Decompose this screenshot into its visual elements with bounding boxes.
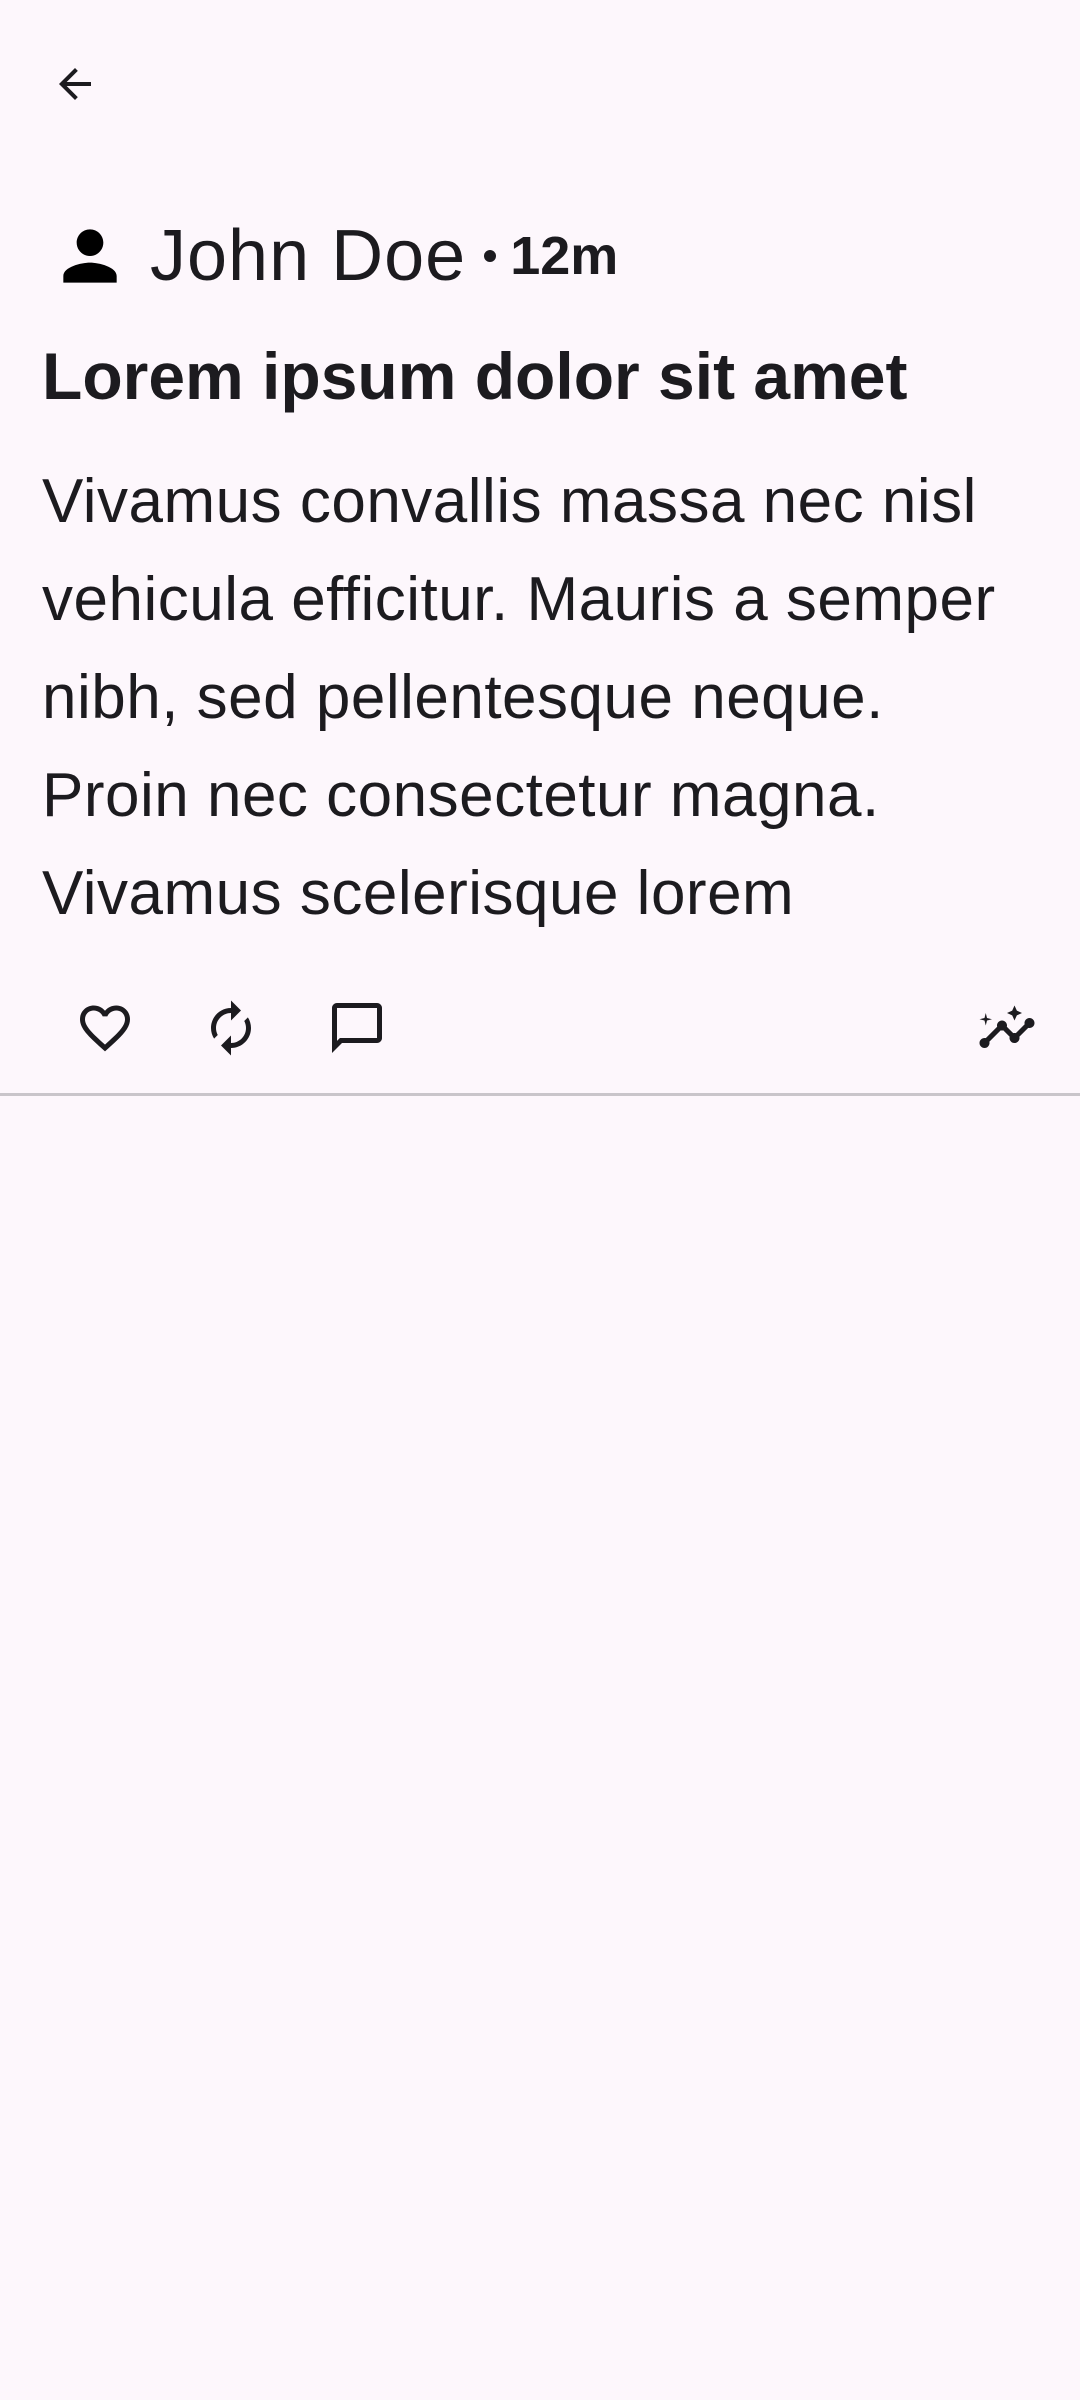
post-body: Vivamus convallis massa nec nisl vehicul… xyxy=(42,467,996,928)
arrow-back-icon xyxy=(59,68,91,100)
repost-icon xyxy=(211,1000,251,1056)
author-row: John Doe 12m xyxy=(42,208,618,304)
separator-dot xyxy=(484,250,497,262)
heart-outline-icon xyxy=(80,1005,130,1052)
post-title: Lorem ipsum dolor sit amet xyxy=(42,339,908,413)
post-timestamp: 12m xyxy=(510,226,619,286)
comment-icon xyxy=(332,1003,382,1053)
back-button[interactable] xyxy=(30,42,120,126)
repost-button[interactable] xyxy=(176,968,286,1088)
insights-icon xyxy=(979,1005,1035,1048)
top-app-bar xyxy=(0,0,1080,168)
like-button[interactable] xyxy=(50,968,160,1088)
divider xyxy=(0,1093,1080,1096)
person-icon xyxy=(63,229,117,283)
post-actions xyxy=(0,968,1080,1088)
insights-button[interactable] xyxy=(952,968,1062,1088)
avatar[interactable] xyxy=(42,208,138,304)
author-name[interactable]: John Doe xyxy=(150,208,466,304)
comment-button[interactable] xyxy=(302,968,412,1088)
